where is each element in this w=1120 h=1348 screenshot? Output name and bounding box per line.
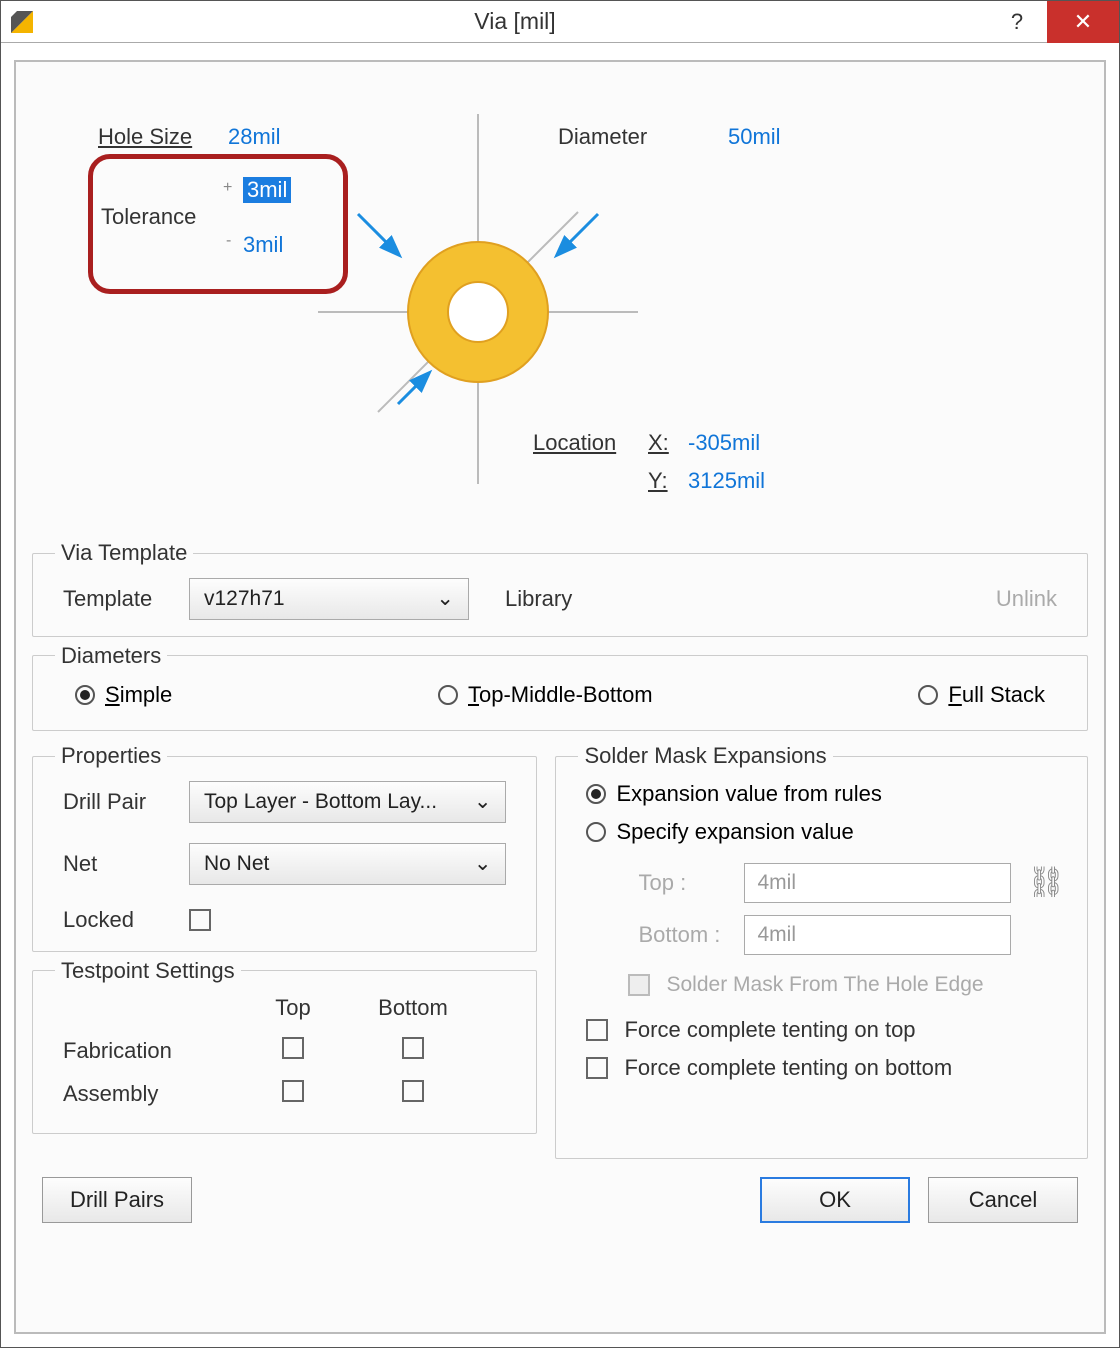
window-title: Via [mil]: [43, 8, 987, 35]
hole-size-value[interactable]: 28mil: [228, 124, 281, 150]
chain-icon[interactable]: ⛓: [1027, 869, 1057, 896]
tolerance-highlight: [88, 154, 348, 294]
sm-bottom-input[interactable]: 4mil: [744, 915, 1011, 955]
drill-pair-label: Drill Pair: [63, 789, 173, 815]
sm-bottom-label: Bottom :: [638, 922, 728, 948]
tent-top-label: Force complete tenting on top: [624, 1017, 915, 1043]
assembly-bottom-checkbox[interactable]: [402, 1080, 424, 1102]
sm-from-hole-edge-label: Solder Mask From The Hole Edge: [666, 973, 983, 997]
assembly-label: Assembly: [63, 1081, 233, 1107]
cancel-button[interactable]: Cancel: [928, 1177, 1078, 1223]
x-value[interactable]: -305mil: [688, 430, 760, 456]
drill-pair-value: Top Layer - Bottom Lay...: [204, 790, 437, 814]
unlink-button[interactable]: Unlink: [996, 586, 1057, 612]
app-icon: [11, 11, 33, 33]
properties-group: Properties Drill Pair Top Layer - Bottom…: [32, 743, 537, 952]
chevron-down-icon: ⌄: [474, 851, 492, 876]
hole-size-label: Hole Size: [98, 124, 192, 150]
radio-specify-expansion[interactable]: Specify expansion value: [586, 819, 853, 845]
via-template-group: Via Template Template v127h71 ⌄ Library …: [32, 540, 1088, 637]
testpoint-bottom-header: Bottom: [353, 995, 473, 1021]
radio-top-middle-bottom[interactable]: Top-Middle-Bottom: [438, 682, 653, 708]
sm-top-input[interactable]: 4mil: [744, 863, 1011, 903]
solder-mask-legend: Solder Mask Expansions: [578, 743, 832, 769]
testpoint-legend: Testpoint Settings: [55, 958, 241, 984]
fabrication-top-checkbox[interactable]: [282, 1037, 304, 1059]
locked-label: Locked: [63, 907, 173, 933]
sm-top-label: Top :: [638, 870, 728, 896]
drill-pair-select[interactable]: Top Layer - Bottom Lay... ⌄: [189, 781, 506, 823]
testpoint-group: Testpoint Settings Top Bottom Fabricatio…: [32, 958, 537, 1135]
via-dialog: Via [mil] ? ✕ Hole Size 28mil Tolerance …: [0, 0, 1120, 1348]
chevron-down-icon: ⌄: [474, 789, 492, 814]
via-template-legend: Via Template: [55, 540, 193, 566]
template-label: Template: [63, 586, 173, 612]
locked-checkbox[interactable]: [189, 909, 211, 931]
y-label: Y:: [648, 468, 668, 494]
template-select[interactable]: v127h71 ⌄: [189, 578, 469, 620]
tent-bottom-checkbox[interactable]: [586, 1057, 608, 1079]
radio-expansion-from-rules[interactable]: Expansion value from rules: [586, 781, 881, 807]
radio-full-stack[interactable]: Full Stack: [918, 682, 1045, 708]
diameter-value[interactable]: 50mil: [728, 124, 781, 150]
x-label: X:: [648, 430, 669, 456]
location-label: Location: [533, 430, 616, 456]
dialog-body: Hole Size 28mil Tolerance + 3mil - 3mil …: [14, 60, 1106, 1334]
sm-from-hole-edge-checkbox: [628, 974, 650, 996]
assembly-top-checkbox[interactable]: [282, 1080, 304, 1102]
net-label: Net: [63, 851, 173, 877]
title-bar: Via [mil] ? ✕: [1, 1, 1119, 43]
close-button[interactable]: ✕: [1047, 1, 1119, 43]
diameters-group: Diameters SSimpleimple Top-Middle-Bottom…: [32, 643, 1088, 732]
diagram-section: Hole Size 28mil Tolerance + 3mil - 3mil …: [28, 74, 1092, 534]
chevron-down-icon: ⌄: [436, 586, 454, 611]
diameters-legend: Diameters: [55, 643, 167, 669]
ok-button[interactable]: OK: [760, 1177, 910, 1223]
tent-top-checkbox[interactable]: [586, 1019, 608, 1041]
library-label: Library: [505, 586, 572, 612]
solder-mask-group: Solder Mask Expansions Expansion value f…: [555, 743, 1088, 1159]
title-buttons: ? ✕: [987, 1, 1119, 43]
help-button[interactable]: ?: [987, 1, 1047, 43]
net-select[interactable]: No Net ⌄: [189, 843, 506, 885]
properties-legend: Properties: [55, 743, 167, 769]
tent-bottom-label: Force complete tenting on bottom: [624, 1055, 952, 1081]
dialog-buttons: Drill Pairs OK Cancel: [28, 1165, 1092, 1223]
testpoint-top-header: Top: [233, 995, 353, 1021]
fabrication-bottom-checkbox[interactable]: [402, 1037, 424, 1059]
radio-simple[interactable]: SSimpleimple: [75, 682, 172, 708]
template-value: v127h71: [204, 587, 285, 611]
net-value: No Net: [204, 852, 269, 876]
drill-pairs-button[interactable]: Drill Pairs: [42, 1177, 192, 1223]
fabrication-label: Fabrication: [63, 1038, 233, 1064]
y-value[interactable]: 3125mil: [688, 468, 765, 494]
